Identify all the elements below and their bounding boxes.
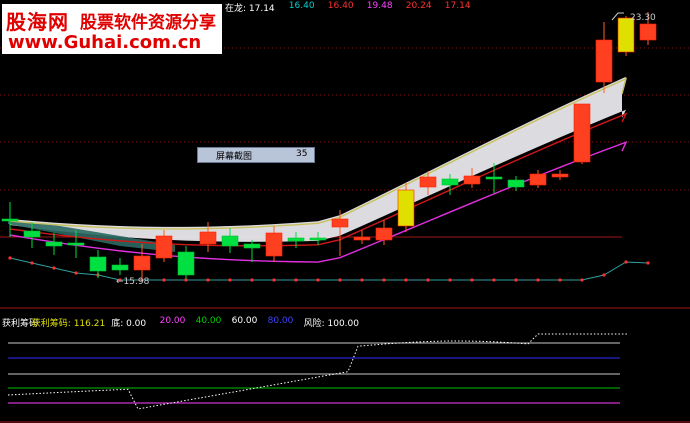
candle-body-27 (595, 39, 613, 83)
candle-body-15 (331, 218, 349, 228)
candle-body-25 (551, 173, 569, 178)
support-dot-18 (404, 278, 408, 282)
candle-body-1 (23, 230, 41, 238)
candle-body-10 (221, 235, 239, 247)
support-dot-17 (382, 278, 386, 282)
support-dot-9 (206, 278, 210, 282)
support-dot-26 (580, 278, 584, 282)
kline-chart (0, 12, 690, 423)
support-dot-21 (470, 278, 474, 282)
candle-body-4 (89, 256, 107, 272)
candle-body-6 (133, 255, 151, 271)
support-dot-13 (294, 278, 298, 282)
indicator-header-item-7: 风险: 100.00 (303, 319, 359, 329)
logo-name: 股海网 (6, 10, 69, 34)
candle-body-0 (1, 218, 19, 222)
support-dot-28 (624, 260, 628, 264)
candle-body-22 (485, 176, 503, 180)
tooltip-label: 屏幕截图 (216, 152, 253, 162)
stock-chart-window: 股海网 股票软件资源分享 www.Guhai.com.cn 在龙: 17.14 1… (0, 0, 690, 423)
candle-body-21 (463, 175, 481, 185)
screenshot-tooltip[interactable]: 屏幕截图 35 (197, 147, 315, 163)
candle-body-5 (111, 264, 129, 271)
profit-chip-line (7, 333, 628, 410)
indicator-header-item-1: 获利筹码: 116.21 (31, 319, 106, 329)
indicator-header-item-4: 40.00 (195, 316, 222, 326)
support-dot-19 (426, 278, 430, 282)
candle-body-24 (529, 173, 547, 186)
candle-body-2 (45, 241, 63, 247)
support-dot-11 (250, 278, 254, 282)
candle-body-26 (573, 103, 591, 163)
support-dot-29 (646, 261, 650, 265)
price-header-item-3: 19.48 (366, 1, 393, 11)
price-header-item-1: 16.40 (288, 1, 315, 11)
support-dot-20 (448, 278, 452, 282)
candle-body-3 (67, 242, 85, 246)
tooltip-value: 35 (296, 149, 308, 159)
support-dot-16 (360, 278, 364, 282)
logo-url: www.Guhai.com.cn (8, 32, 202, 53)
support-dot-1 (30, 261, 34, 265)
price-header-item-4: 20.24 (405, 1, 432, 11)
candle-body-19 (419, 176, 437, 188)
support-dot-12 (272, 278, 276, 282)
ma-line-yellow (9, 77, 628, 230)
support-dot-7 (162, 278, 166, 282)
ma-ribbon (10, 76, 626, 242)
support-dot-0 (8, 256, 12, 260)
candle-body-20 (441, 178, 459, 186)
logo-slogan: 股票软件资源分享 (80, 13, 216, 33)
support-dot-24 (536, 278, 540, 282)
candle-body-18 (397, 189, 415, 227)
candle-body-12 (265, 232, 283, 257)
candle-body-11 (243, 243, 261, 249)
support-dot-2 (52, 266, 56, 270)
low-price-label: ←15.98 (116, 277, 150, 287)
support-dot-14 (316, 278, 320, 282)
price-header-item-0: 在龙: 17.14 (225, 4, 275, 14)
support-dot-3 (74, 271, 78, 275)
support-dot-27 (602, 273, 606, 277)
indicator-header-item-5: 60.00 (231, 316, 258, 326)
support-dot-22 (492, 278, 496, 282)
support-dot-15 (338, 278, 342, 282)
candle-body-7 (155, 235, 173, 259)
support-dot-25 (558, 278, 562, 282)
candle-body-9 (199, 231, 217, 245)
price-header-item-2: 16.40 (327, 1, 354, 11)
candle-body-28 (617, 17, 635, 53)
watermark-logo: 股海网 股票软件资源分享 www.Guhai.com.cn (2, 4, 222, 54)
price-header-item-5: 17.14 (444, 1, 471, 11)
candle-body-17 (375, 227, 393, 241)
indicator-header-item-6: 80.00 (267, 316, 294, 326)
indicator-header-item-2: 底: 0.00 (111, 319, 147, 329)
support-dot-10 (228, 278, 232, 282)
candle-body-13 (287, 237, 305, 242)
candle-body-29 (639, 23, 657, 41)
candle-body-8 (177, 251, 195, 276)
high-price-label: 23.30 (630, 13, 656, 23)
candle-body-23 (507, 179, 525, 188)
indicator-header-item-3: 20.00 (159, 316, 186, 326)
candle-body-16 (353, 236, 371, 241)
candle-body-14 (309, 237, 327, 241)
support-dot-23 (514, 278, 518, 282)
